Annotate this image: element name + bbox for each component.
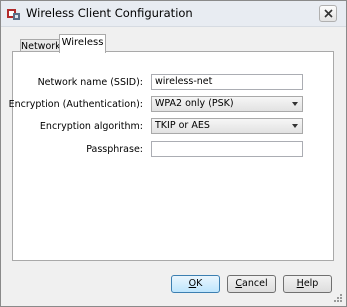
help-label-rest: elp (303, 278, 319, 289)
encryption-algo-label: Encryption algorithm: (39, 121, 143, 132)
app-icon (7, 7, 20, 20)
chevron-down-icon (292, 124, 298, 128)
dialog-window: Wireless Client Configuration Network Wi… (0, 0, 347, 307)
encryption-auth-select[interactable]: WPA2 only (PSK) (151, 96, 303, 112)
window-title: Wireless Client Configuration (26, 6, 193, 20)
help-mnemonic: H (296, 278, 304, 289)
ssid-input[interactable]: wireless-net (151, 74, 303, 90)
passphrase-label: Passphrase: (86, 144, 143, 155)
ok-label-rest: K (196, 278, 203, 289)
chevron-down-icon (292, 102, 298, 106)
ok-mnemonic: O (188, 278, 197, 289)
close-icon (324, 9, 333, 18)
ssid-label: Network name (SSID): (37, 77, 143, 88)
cancel-label-rest: ancel (242, 278, 268, 289)
title-bar[interactable]: Wireless Client Configuration (1, 1, 346, 27)
encryption-auth-value: WPA2 only (PSK) (155, 98, 234, 109)
passphrase-input[interactable] (151, 141, 303, 157)
ok-button[interactable]: OK (171, 275, 220, 293)
close-button[interactable] (319, 5, 337, 22)
encryption-algo-value: TKIP or AES (155, 120, 210, 131)
tab-wireless-label: Wireless (61, 37, 104, 48)
resize-grip-icon[interactable] (333, 293, 343, 303)
encryption-algo-select[interactable]: TKIP or AES (151, 118, 303, 134)
encryption-auth-label: Encryption (Authentication): (8, 99, 143, 110)
tab-wireless[interactable]: Wireless (59, 34, 106, 53)
help-button[interactable]: Help (283, 275, 332, 293)
cancel-button[interactable]: Cancel (227, 275, 276, 293)
ssid-value: wireless-net (155, 76, 213, 87)
